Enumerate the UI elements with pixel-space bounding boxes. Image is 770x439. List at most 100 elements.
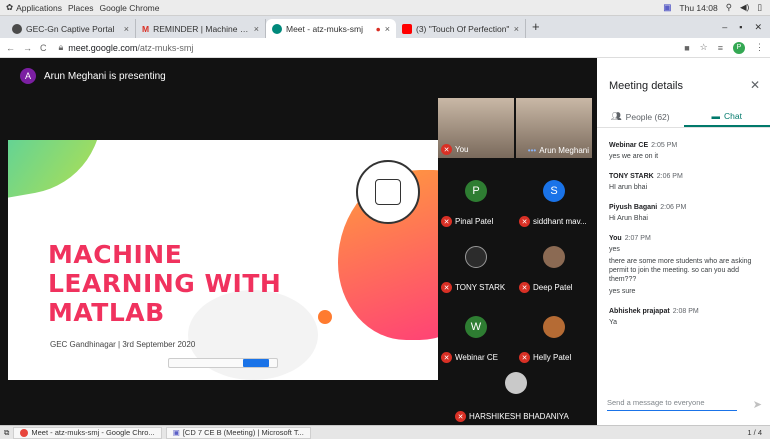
chat-message: Abhishek prajapat 2:08 PM Ya	[609, 308, 699, 326]
youtube-favicon-icon	[402, 23, 412, 34]
chrome-icon	[20, 428, 29, 437]
profile-avatar[interactable]: P	[733, 41, 745, 54]
os-top-bar: ✿ Applications Places Google Chrome ▣ Th…	[0, 0, 770, 16]
participant-tile-you[interactable]: ✕ You	[438, 98, 514, 158]
close-tab-icon[interactable]: ×	[385, 24, 390, 34]
lock-icon: 🔒︎	[58, 42, 64, 52]
address-bar: ← → C 🔒︎ meet.google.com/atz-muks-smj ■ …	[0, 38, 770, 58]
back-icon[interactable]: ←	[6, 43, 15, 53]
show-desktop-icon[interactable]: ⧉	[4, 428, 9, 438]
tab-chat[interactable]: ▬ Chat	[683, 106, 770, 127]
participant-photo	[465, 246, 487, 268]
forward-icon[interactable]: →	[23, 43, 32, 53]
battery-icon[interactable]: ▯	[757, 2, 762, 13]
slide-title: MACHINE LEARNING WITH MATLAB	[48, 240, 282, 327]
participant-tile-tony[interactable]: ✕ TONY STARK	[438, 236, 514, 296]
new-tab-button[interactable]: +	[532, 19, 540, 34]
panel-tabs: 👥︎ People (62) ▬ Chat	[597, 106, 770, 128]
send-icon[interactable]: ➤	[753, 398, 762, 411]
participant-photo	[543, 246, 565, 268]
chrome-favicon-icon	[12, 23, 22, 34]
close-tab-icon[interactable]: ×	[124, 24, 129, 34]
presenter-avatar: A	[20, 68, 36, 84]
gnome-foot-icon: ✿	[6, 2, 14, 12]
taskbar: ⧉ Meet - atz-muks-smj - Google Chro... ▣…	[0, 425, 770, 439]
mic-off-icon: ✕	[441, 216, 452, 227]
participant-tile-pinal[interactable]: P ✕ Pinal Patel	[438, 170, 514, 230]
chat-message: Webinar CE 2:05 PM yes we are on it	[609, 142, 678, 160]
tab-captive-portal[interactable]: GEC-Gn Captive Portal ×	[6, 19, 136, 38]
tab-meet[interactable]: Meet - atz-muks-smj ● ×	[266, 19, 396, 38]
volume-icon[interactable]: ◀)	[740, 2, 749, 13]
chat-message: You 2:07 PM yes there are some more stude…	[609, 235, 752, 295]
speaking-dots-icon: •••	[527, 146, 537, 155]
omnibox[interactable]: 🔒︎ meet.google.com/atz-muks-smj	[55, 40, 677, 55]
camera-icon[interactable]: ■	[684, 43, 689, 53]
chat-input[interactable]: Send a message to everyone	[607, 398, 737, 411]
menu-kebab-icon[interactable]: ⋮	[755, 42, 764, 53]
people-icon: 👥︎	[610, 111, 622, 121]
participant-tile-siddhant[interactable]: S ✕ siddhant mav...	[516, 170, 592, 230]
mic-off-icon: ✕	[441, 352, 452, 363]
mic-off-icon: ✕	[519, 216, 530, 227]
tab-gmail-reminder[interactable]: M REMINDER | Machine Lea ×	[136, 19, 266, 38]
mic-off-icon: ✕	[519, 282, 530, 293]
meet-stage: A Arun Meghani is presenting MACHINE LEA…	[0, 58, 597, 425]
mic-off-icon: ✕	[441, 144, 452, 155]
close-tab-icon[interactable]: ×	[514, 24, 519, 34]
recording-dot-icon: ●	[375, 23, 381, 34]
active-app-menu[interactable]: Google Chrome	[99, 3, 159, 13]
mic-off-icon: ✕	[455, 411, 466, 422]
taskbar-item-teams[interactable]: ▣ [CD 7 CE B (Meeting) | Microsoft T...	[165, 426, 311, 439]
minimize-button[interactable]: –	[722, 22, 727, 33]
participant-tile-webinar[interactable]: W ✕ Webinar CE	[438, 306, 514, 366]
participant-avatar: P	[465, 180, 487, 202]
college-seal-logo	[356, 160, 420, 224]
participant-tile-helly[interactable]: ✕ Helly Patel	[516, 306, 592, 366]
mic-off-icon: ✕	[519, 352, 530, 363]
gmail-favicon-icon: M	[142, 23, 150, 34]
mic-off-icon: ✕	[441, 282, 452, 293]
presentation-slide: MACHINE LEARNING WITH MATLAB GEC Gandhin…	[8, 140, 438, 380]
chat-message: Piyush Bagani 2:06 PM Hi Arun Bhai	[609, 204, 687, 222]
tab-strip: GEC-Gn Captive Portal × M REMINDER | Mac…	[0, 16, 770, 38]
panel-title: Meeting details	[609, 80, 683, 92]
meeting-details-panel: Meeting details ✕ 👥︎ People (62) ▬ Chat …	[597, 58, 770, 425]
participant-photo	[543, 316, 565, 338]
teams-icon: ▣	[172, 428, 180, 437]
slide-subtitle: GEC Gandhinagar | 3rd September 2020	[50, 340, 196, 349]
chat-messages: Webinar CE 2:05 PM yes we are on it TONY …	[609, 142, 759, 339]
meet-favicon-icon	[272, 23, 282, 34]
media-controls-icon[interactable]: ≡	[718, 43, 723, 53]
close-panel-icon[interactable]: ✕	[750, 78, 760, 92]
maximize-button[interactable]: ▪	[739, 22, 742, 33]
clock[interactable]: Thu 14:08	[679, 3, 717, 13]
taskbar-item-chrome[interactable]: Meet - atz-muks-smj - Google Chro...	[13, 426, 162, 439]
close-window-button[interactable]: ✕	[754, 22, 762, 33]
chat-message: TONY STARK 2:06 PM HI arun bhai	[609, 173, 683, 191]
participant-photo	[505, 372, 527, 394]
close-tab-icon[interactable]: ×	[254, 24, 259, 34]
chat-icon: ▬	[711, 110, 721, 121]
participant-tile-arun[interactable]: ••• Arun Meghani	[516, 98, 592, 158]
participant-tile-deep[interactable]: ✕ Deep Patel	[516, 236, 592, 296]
participant-tile-harshikesh[interactable]: ✕ HARSHIKESH BHADANIYA	[452, 368, 580, 425]
applications-menu[interactable]: ✿ Applications	[6, 2, 62, 13]
slide-embedded-screen-bar	[168, 358, 278, 368]
tab-people[interactable]: 👥︎ People (62)	[597, 106, 684, 127]
slide-decoration-dot	[318, 310, 332, 324]
bookmark-star-icon[interactable]: ☆	[700, 42, 708, 53]
teams-tray-icon[interactable]: ▣	[663, 2, 671, 13]
participant-avatar: W	[465, 316, 487, 338]
url-host: meet.google.com	[68, 42, 138, 53]
participant-avatar: S	[543, 180, 565, 202]
presenting-text: Arun Meghani is presenting	[44, 70, 166, 82]
presenting-banner: A Arun Meghani is presenting	[20, 68, 166, 84]
reload-icon[interactable]: C	[40, 43, 47, 53]
slide-decoration-green	[8, 140, 115, 200]
workspace-indicator[interactable]: 1 / 4	[747, 428, 762, 437]
places-menu[interactable]: Places	[68, 3, 94, 13]
network-icon[interactable]: ⚲	[726, 2, 732, 13]
tab-youtube[interactable]: (3) "Touch Of Perfection" ×	[396, 19, 526, 38]
url-path: /atz-muks-smj	[137, 42, 194, 53]
